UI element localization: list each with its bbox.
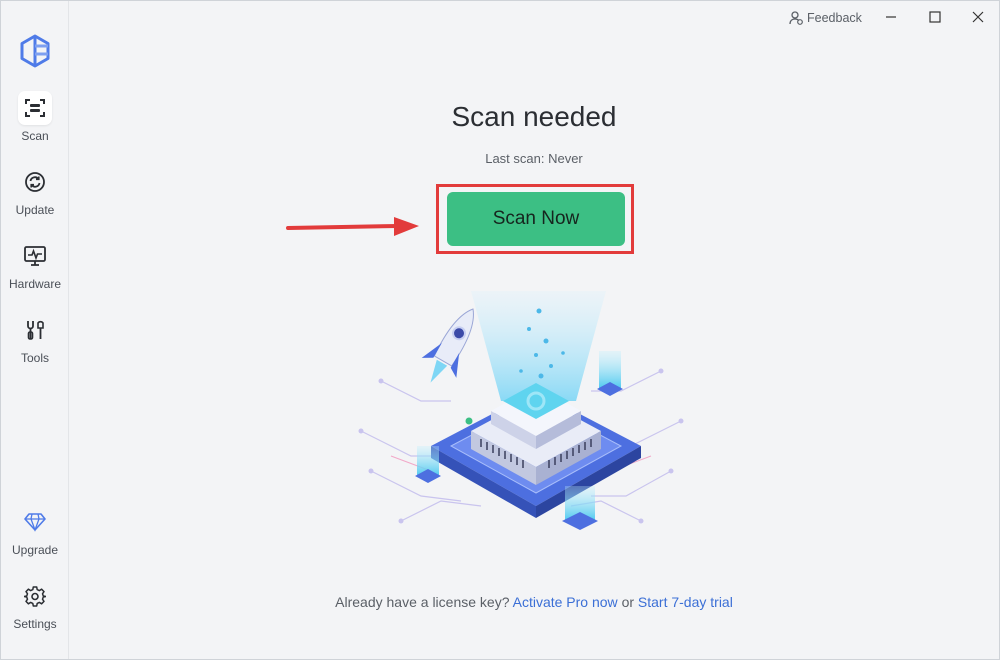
sidebar-item-hardware[interactable]: Hardware	[1, 239, 69, 301]
sidebar-item-label: Settings	[13, 617, 57, 631]
minimize-icon	[886, 16, 896, 18]
feedback-button[interactable]: Feedback	[789, 9, 862, 27]
red-arrow-annotation	[286, 217, 419, 236]
sidebar-item-label: Update	[15, 203, 55, 217]
sidebar-item-settings[interactable]: Settings	[1, 579, 69, 641]
feedback-label: Feedback	[807, 11, 862, 25]
maximize-button[interactable]	[922, 5, 948, 29]
sidebar-item-upgrade[interactable]: Upgrade	[1, 505, 69, 567]
maximize-icon	[929, 11, 941, 23]
license-prompt: Already have a license key?	[335, 594, 510, 610]
scan-illustration	[358, 291, 684, 530]
minimize-button[interactable]	[878, 5, 904, 29]
scan-icon	[25, 99, 45, 117]
gear-icon	[24, 586, 46, 607]
license-footer: Already have a license key? Activate Pro…	[69, 594, 999, 610]
close-button[interactable]	[965, 5, 991, 29]
page-title: Scan needed	[451, 101, 617, 132]
close-icon	[972, 11, 984, 23]
sidebar-item-update[interactable]: Update	[1, 165, 69, 227]
or-text: or	[621, 594, 635, 610]
diamond-icon	[24, 513, 46, 532]
start-trial-link[interactable]: Start 7-day trial	[638, 594, 733, 610]
sidebar-item-label: Tools	[20, 351, 49, 365]
sidebar: Scan Update Hardware Tools Upgrade Setti…	[1, 1, 69, 659]
last-scan-status: Last scan: Never	[485, 151, 583, 166]
sidebar-item-label: Scan	[21, 129, 49, 143]
tools-icon	[27, 320, 44, 340]
sidebar-item-tools[interactable]: Tools	[1, 313, 69, 375]
app-window: Scan Update Hardware Tools Upgrade Setti…	[0, 0, 1000, 660]
scan-now-button[interactable]: Scan Now	[447, 192, 625, 246]
app-logo-icon	[20, 34, 50, 68]
update-icon	[25, 172, 45, 192]
activate-pro-link[interactable]: Activate Pro now	[513, 594, 618, 610]
hardware-icon	[24, 246, 46, 266]
sidebar-item-label: Hardware	[8, 277, 62, 291]
sidebar-item-scan[interactable]: Scan	[1, 91, 69, 153]
feedback-icon	[789, 11, 803, 25]
sidebar-item-label: Upgrade	[11, 543, 59, 557]
